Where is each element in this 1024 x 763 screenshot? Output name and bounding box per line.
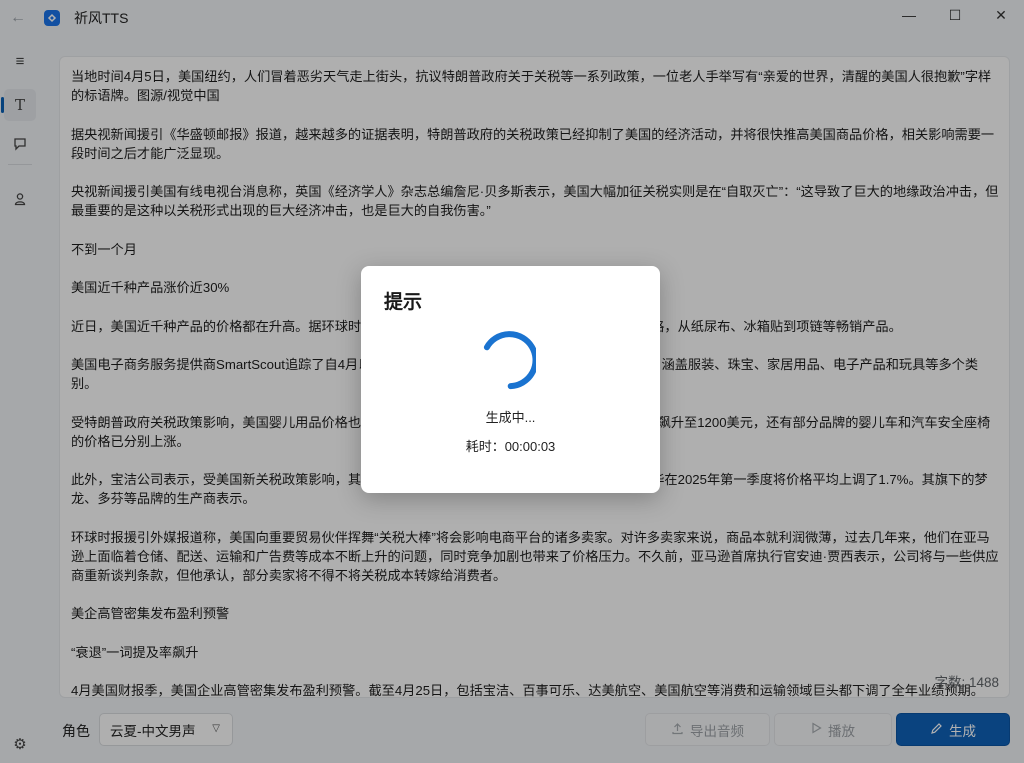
dialog-title: 提示 xyxy=(384,292,423,313)
elapsed-time: 耗时：00:00:03 xyxy=(465,439,556,454)
status-text: 生成中... xyxy=(485,410,536,425)
loading-spinner-icon xyxy=(483,331,536,390)
progress-dialog: 提示 生成中... 耗时：00:00:03 xyxy=(361,266,660,493)
